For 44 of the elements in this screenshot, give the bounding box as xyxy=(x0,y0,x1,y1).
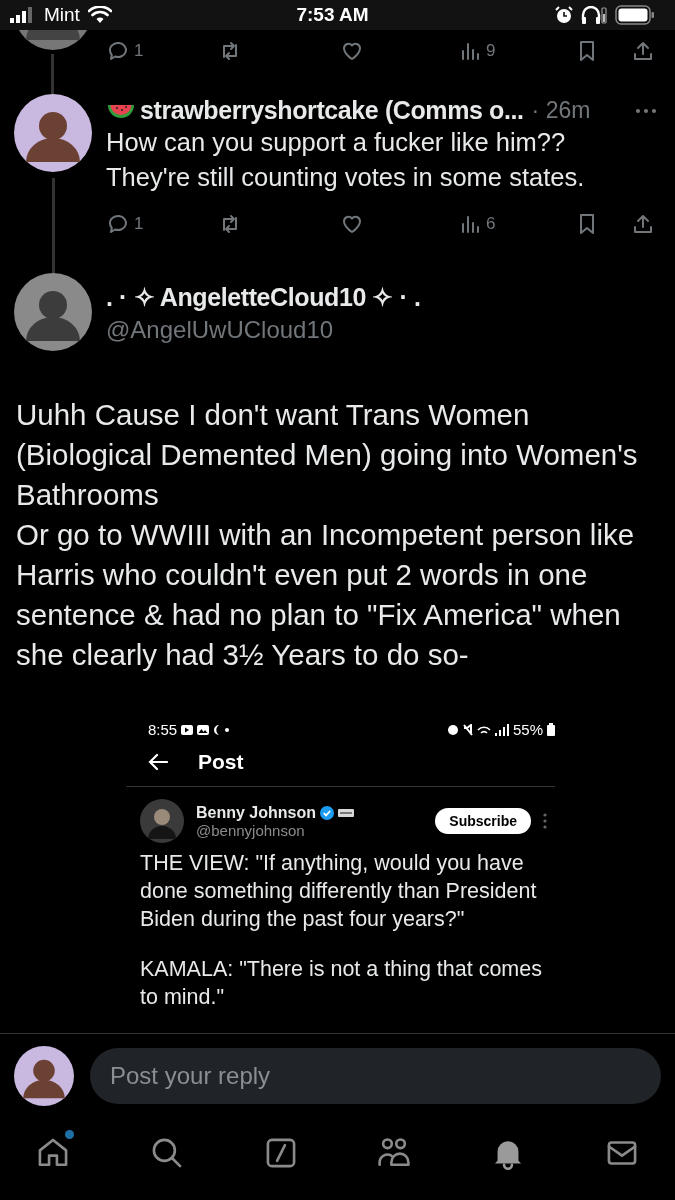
clock-time: 7:53 AM xyxy=(296,3,369,26)
verified-icon xyxy=(320,805,334,820)
battery-icon xyxy=(547,723,555,736)
avatar[interactable] xyxy=(14,273,92,351)
reply-field[interactable]: Post your reply xyxy=(90,1048,661,1104)
post-time: · 26m xyxy=(531,97,591,124)
share-icon[interactable] xyxy=(631,212,655,236)
affiliate-badge-icon xyxy=(338,807,354,818)
battery-percent: 55% xyxy=(512,721,543,738)
display-name[interactable]: strawberryshortcake (Comms o... xyxy=(140,96,524,125)
reply-count: 1 xyxy=(134,40,144,61)
post-text: KAMALA: "There is not a thing that comes to mind." xyxy=(140,956,543,1011)
more-icon[interactable] xyxy=(543,813,547,829)
reply-count: 1 xyxy=(134,214,144,234)
wifi-icon xyxy=(87,5,112,24)
more-icon[interactable] xyxy=(635,107,657,114)
post-text: Uuhh Cause I don't want Trans Women (Biological Demented Men) going into Women's Bathrooms Or go to WWIII with an Incompetent person like Harris who couldn't even put 2 words in one sentence & had no plan to "Fix America" when she clearly had 3½ Years to do so- xyxy=(15,397,639,673)
image-icon xyxy=(197,724,210,735)
wifi-icon xyxy=(476,725,491,734)
avatar[interactable] xyxy=(14,1046,74,1106)
page-title: Post xyxy=(198,750,244,774)
subscribe-button[interactable]: Subscribe xyxy=(435,808,531,834)
display-name[interactable]: Benny Johnson xyxy=(196,803,316,822)
mute-icon xyxy=(462,723,473,736)
post-text: THE VIEW: "If anything, would you have done something differently than President Biden during the past four years?" xyxy=(140,850,538,933)
clock-time: 8:55 xyxy=(148,721,178,738)
user-handle[interactable]: @AngelUwUCloud10 xyxy=(106,316,421,344)
battery-icon xyxy=(615,4,655,25)
display-name[interactable]: . · ✧ AngeletteCloud10 ✧ · . xyxy=(106,283,421,312)
avatar xyxy=(140,799,184,843)
video-icon xyxy=(181,724,194,735)
avatar[interactable] xyxy=(14,94,92,172)
reply-icon[interactable] xyxy=(106,212,130,236)
view-count: 9 xyxy=(486,40,496,61)
alarm-icon xyxy=(555,5,573,24)
carrier-name: Mint xyxy=(44,3,80,26)
signal-icon xyxy=(494,723,509,736)
headphones-icon xyxy=(581,5,607,24)
dot-icon xyxy=(225,727,230,732)
view-count: 6 xyxy=(486,214,496,234)
user-handle[interactable]: @bennyjohnson xyxy=(196,821,424,839)
alarm-icon xyxy=(446,723,459,736)
back-arrow-icon[interactable] xyxy=(148,753,168,771)
post-text: How can you support a fucker like him?? They're still counting votes in some states. xyxy=(106,127,586,193)
